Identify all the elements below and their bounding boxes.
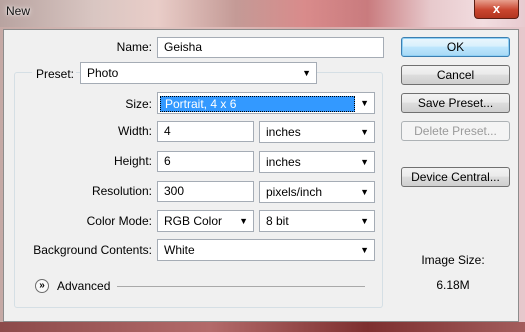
size-select[interactable]: Portrait, 4 x 6 ▼ (157, 92, 375, 114)
size-value: Portrait, 4 x 6 (160, 96, 355, 112)
bit-depth-select[interactable]: 8 bit ▼ (259, 210, 375, 232)
background-contents-label: Background Contents: (33, 243, 152, 257)
chevron-down-icon: ▼ (360, 127, 369, 137)
width-unit-value: inches (266, 125, 301, 139)
resolution-label: Resolution: (91, 184, 152, 198)
name-label: Name: (116, 40, 152, 54)
ok-button[interactable]: OK (401, 37, 510, 57)
color-mode-value: RGB Color (164, 214, 223, 228)
width-unit-select[interactable]: inches ▼ (259, 121, 375, 143)
width-value: 4 (164, 124, 171, 138)
preset-select[interactable]: Photo ▼ (80, 62, 317, 84)
cancel-button[interactable]: Cancel (401, 65, 510, 85)
height-label: Height: (113, 154, 152, 168)
height-unit-value: inches (266, 155, 301, 169)
chevron-down-icon: ▼ (360, 157, 369, 167)
close-icon: x (492, 1, 501, 16)
preset-value: Photo (87, 66, 119, 80)
size-label: Size: (125, 97, 152, 111)
device-central-button[interactable]: Device Central... (401, 167, 510, 187)
bit-depth-value: 8 bit (266, 214, 289, 228)
width-input[interactable]: 4 (157, 121, 254, 142)
height-value: 6 (164, 154, 171, 168)
advanced-label[interactable]: Advanced (57, 279, 110, 293)
advanced-divider (117, 286, 365, 287)
background-strip (0, 322, 525, 332)
resolution-value: 300 (164, 184, 185, 198)
chevron-down-icon: ▼ (360, 216, 369, 226)
close-button[interactable]: x (474, 0, 519, 19)
preset-label: Preset: (32, 67, 76, 81)
color-mode-select[interactable]: RGB Color ▼ (157, 210, 254, 232)
background-contents-select[interactable]: White ▼ (157, 239, 375, 261)
width-label: Width: (117, 124, 152, 138)
chevron-down-icon: ▼ (302, 68, 311, 78)
name-input[interactable]: Geisha (157, 37, 384, 58)
color-mode-label: Color Mode: (86, 214, 152, 228)
background-contents-value: White (164, 243, 195, 257)
height-unit-select[interactable]: inches ▼ (259, 151, 375, 173)
chevron-down-icon: ▼ (239, 216, 248, 226)
title-bar: New x (0, 0, 525, 27)
chevron-down-icon: ▼ (360, 187, 369, 197)
window-title: New (6, 4, 31, 18)
expand-chevron-icon[interactable]: » (35, 279, 49, 293)
image-size-label: Image Size: (421, 253, 485, 267)
delete-preset-button: Delete Preset... (401, 121, 510, 141)
save-preset-button[interactable]: Save Preset... (401, 93, 510, 113)
resolution-input[interactable]: 300 (157, 181, 254, 202)
chevron-down-icon: ▼ (360, 98, 369, 108)
height-input[interactable]: 6 (157, 151, 254, 172)
resolution-unit-value: pixels/inch (266, 185, 323, 199)
name-value: Geisha (164, 40, 203, 54)
resolution-unit-select[interactable]: pixels/inch ▼ (259, 181, 375, 203)
chevron-down-icon: ▼ (360, 245, 369, 255)
image-size-value: 6.18M (436, 278, 470, 292)
